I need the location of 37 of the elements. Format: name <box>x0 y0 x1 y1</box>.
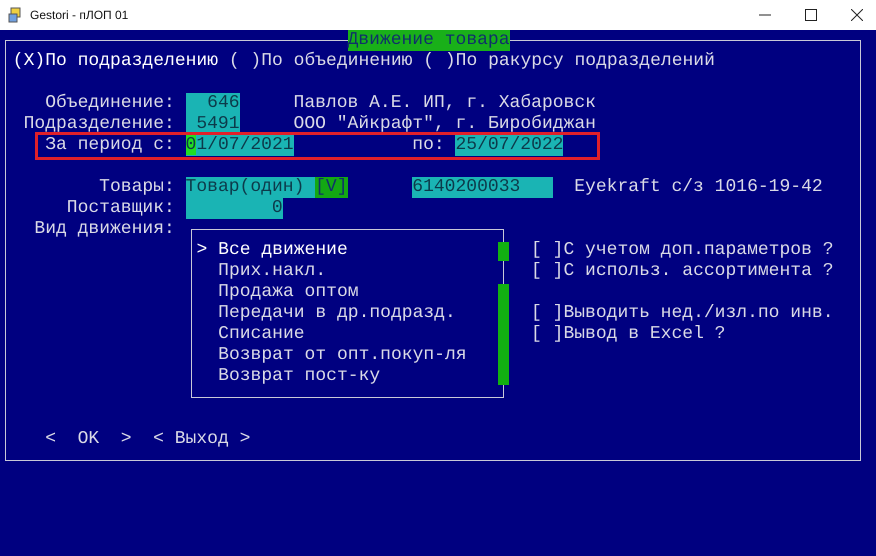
input-field[interactable]: 6140200033 <box>412 177 553 198</box>
list-item[interactable]: Возврат от опт.покуп-ля <box>196 345 467 366</box>
field-label: За период с: <box>45 135 175 156</box>
input-field[interactable]: 0 <box>186 198 283 219</box>
list-item[interactable]: Прих.накл. <box>196 261 326 282</box>
list-item[interactable]: Продажа оптом <box>196 282 359 303</box>
maximize-icon[interactable] <box>805 9 817 21</box>
radio-option[interactable]: (X)По подразделению <box>12 51 218 72</box>
checkbox-option[interactable]: [ ]Вывод в Excel ? <box>531 324 726 345</box>
division-name: ООО "Айкрафт", г. Биробиджан <box>294 114 596 135</box>
list-item[interactable]: Списание <box>196 324 305 345</box>
checkbox-option[interactable]: [ ]С учетом доп.параметров ? <box>531 240 834 261</box>
field-label: Объединение: <box>45 93 175 114</box>
input-field[interactable]: Товар(один) <box>186 177 316 198</box>
field-label: по: <box>412 135 445 156</box>
input-field[interactable]: 25/07/2022 <box>455 135 564 156</box>
toggle-button[interactable]: [V] <box>315 177 348 198</box>
close-icon[interactable] <box>851 9 863 21</box>
scrollbar[interactable] <box>498 240 510 387</box>
checkbox-option[interactable]: [ ]Выводить нед./изл.по инв. <box>531 303 834 324</box>
field-label: Товары: <box>99 177 175 198</box>
checkbox-option[interactable]: [ ]С использ. ассортимента ? <box>531 261 834 282</box>
list-item[interactable]: Возврат пост-ку <box>196 366 380 387</box>
dialog-button[interactable]: < OK > <box>45 429 132 450</box>
field-label: Вид движения: <box>34 219 175 240</box>
list-item[interactable]: Передачи в др.подразд. <box>196 303 456 324</box>
union-name: Павлов А.Е. ИП, г. Хабаровск <box>294 93 596 114</box>
dialog-button[interactable]: < Выход > <box>153 429 250 450</box>
radio-option[interactable]: ( )По ракурсу подразделений <box>423 51 715 72</box>
list-item[interactable]: > Все движение <box>196 240 348 261</box>
goods-name: Eyekraft с/з 1016-19-42 <box>574 177 823 198</box>
field-label: Подразделение: <box>24 114 175 135</box>
window-title: Gestori - пЛОП 01 <box>30 8 128 22</box>
radio-option[interactable]: ( )По объединению <box>228 51 412 72</box>
input-field[interactable]: 01/07/2021 <box>186 135 294 156</box>
input-field[interactable]: 646 <box>186 93 240 114</box>
field-label: Поставщик: <box>66 198 175 219</box>
